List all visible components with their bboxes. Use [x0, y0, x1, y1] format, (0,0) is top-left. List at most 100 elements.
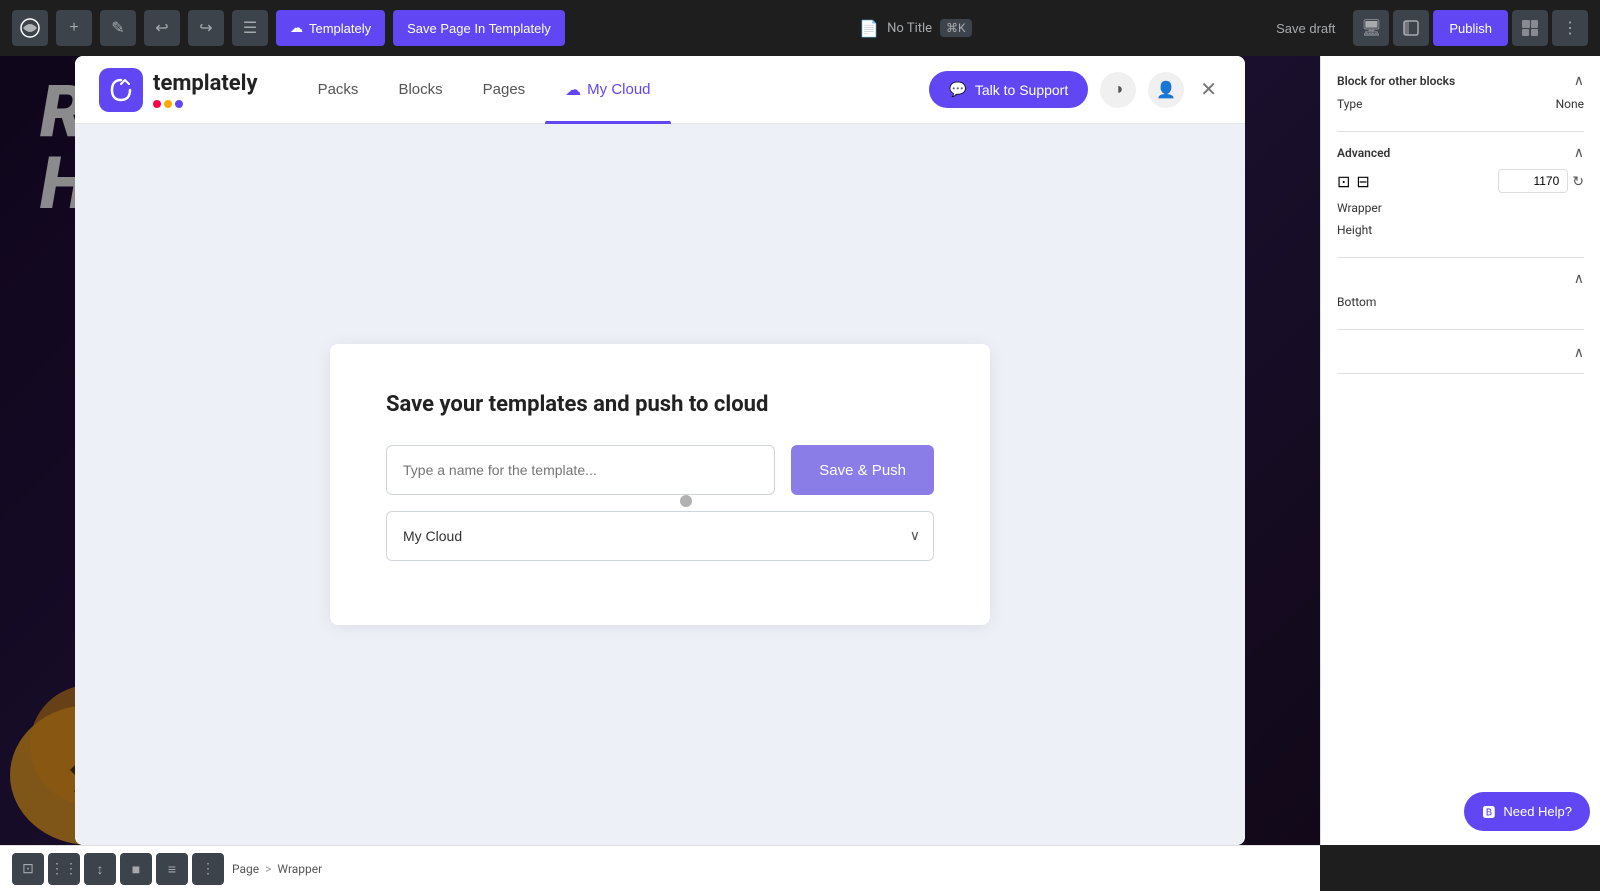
sidebar-bottom-section: ∧ Bottom — [1337, 270, 1584, 330]
brand-logo: templately — [99, 68, 258, 112]
breadcrumb: Page > Wrapper — [232, 862, 322, 876]
talk-to-support-button[interactable]: 💬 Talk to Support — [929, 71, 1088, 108]
save-page-button[interactable]: Save Page In Templately — [393, 10, 565, 46]
my-cloud-label: My Cloud — [587, 81, 650, 98]
cloud-select[interactable]: My Cloud Shared Cloud — [386, 511, 934, 561]
sidebar-last-section: ∧ — [1337, 342, 1584, 374]
bottom-tool-5[interactable]: ≡ — [156, 853, 188, 885]
sidebar-advanced-section: Advanced ∧ ⊡ ⊟ ↻ Wrapper Height — [1337, 144, 1584, 258]
bottom-tool-1[interactable]: ⊡ — [12, 853, 44, 885]
templately-cloud-icon: ☁ — [290, 20, 303, 36]
bottom-collapse-button[interactable]: ∧ — [1574, 270, 1584, 287]
last-collapse-button[interactable]: ∧ — [1337, 344, 1584, 361]
support-chat-icon: 💬 — [949, 81, 966, 98]
width-inputs: ⊡ ⊟ — [1337, 172, 1370, 191]
page-title-area: 📄 No Title ⌘K — [859, 19, 971, 38]
bottom-left-tools: ⊡ ⋮⋮ ↕ ■ ≡ ⋮ — [12, 853, 224, 885]
modal-header-right: 💬 Talk to Support ◑ 👤 ✕ — [929, 71, 1221, 108]
sidebar-section-header: Block for other blocks ∧ — [1337, 72, 1584, 89]
template-icon-button[interactable] — [1393, 10, 1429, 46]
modal-header: templately Packs Blocks Pages ☁ My Cloud — [75, 56, 1245, 124]
brand-name-area: templately — [153, 71, 258, 108]
theme-toggle-button[interactable]: ◑ — [1100, 72, 1136, 108]
edit-button[interactable]: ✎ — [100, 10, 136, 46]
bottom-tool-4[interactable]: ■ — [120, 853, 152, 885]
save-card: Save your templates and push to cloud Sa… — [330, 344, 990, 625]
bottom-tool-6[interactable]: ⋮ — [192, 853, 224, 885]
template-name-input[interactable] — [386, 445, 775, 495]
dot-purple — [175, 100, 183, 108]
publish-button[interactable]: Publish — [1433, 10, 1508, 46]
refresh-button[interactable]: ↻ — [1572, 173, 1584, 190]
sidebar-wrapper-row: Wrapper — [1337, 201, 1584, 215]
cloud-select-wrapper: My Cloud Shared Cloud ∨ — [386, 511, 934, 561]
redo-button[interactable]: ↪ — [188, 10, 224, 46]
templately-label: Templately — [309, 21, 371, 36]
wp-logo-icon — [12, 10, 48, 46]
save-card-title: Save your templates and push to cloud — [386, 392, 934, 417]
right-sidebar: Block for other blocks ∧ Type None Advan… — [1320, 56, 1600, 845]
height-label: Height — [1337, 223, 1372, 237]
tab-blocks[interactable]: Blocks — [378, 56, 462, 124]
need-help-icon: 🅱 — [1482, 802, 1495, 821]
user-profile-button[interactable]: 👤 — [1148, 72, 1184, 108]
sidebar-advanced-header: Advanced ∧ — [1337, 144, 1584, 161]
undo-button[interactable]: ↩ — [144, 10, 180, 46]
user-icon: 👤 — [1156, 80, 1176, 100]
tab-packs[interactable]: Packs — [298, 56, 379, 124]
tab-my-cloud[interactable]: ☁ My Cloud — [545, 56, 670, 124]
save-draft-button[interactable]: Save draft — [1266, 15, 1345, 42]
save-card-input-row: Save & Push — [386, 445, 934, 495]
type-value: None — [1556, 97, 1584, 111]
page-title: No Title — [887, 21, 932, 36]
breadcrumb-bar: ⊡ ⋮⋮ ↕ ■ ≡ ⋮ Page > Wrapper — [0, 845, 1320, 891]
theme-icon: ◑ — [1113, 81, 1123, 99]
brand-name-text: templately — [153, 71, 258, 96]
breadcrumb-page: Page — [232, 862, 259, 876]
sidebar-height-row: Height — [1337, 223, 1584, 237]
dot-red — [153, 100, 161, 108]
view-button[interactable]: 🖥 — [1353, 10, 1389, 46]
tab-pages[interactable]: Pages — [463, 56, 546, 124]
modal-close-button[interactable]: ✕ — [1196, 76, 1221, 104]
page-icon: 📄 — [859, 19, 879, 38]
bottom-tool-3[interactable]: ↕ — [84, 853, 116, 885]
add-block-button[interactable]: + — [56, 10, 92, 46]
templately-modal: templately Packs Blocks Pages ☁ My Cloud — [75, 56, 1245, 845]
brand-dots — [153, 100, 258, 108]
dot-orange — [164, 100, 172, 108]
settings-button[interactable] — [1512, 10, 1548, 46]
wp-toolbar: + ✎ ↩ ↪ ☰ ☁ Templately Save Page In Temp… — [0, 0, 1600, 56]
brand-logo-icon — [99, 68, 143, 112]
width-input[interactable] — [1498, 169, 1568, 193]
wrapper-label: Wrapper — [1337, 201, 1382, 215]
advanced-collapse-button[interactable]: ∧ — [1574, 144, 1584, 161]
sidebar-bottom-header: ∧ — [1337, 270, 1584, 287]
list-view-button[interactable]: ☰ — [232, 10, 268, 46]
modal-overlay: templately Packs Blocks Pages ☁ My Cloud — [0, 56, 1320, 845]
sidebar-section-title: Block for other blocks — [1337, 74, 1455, 88]
more-options-button[interactable]: ⋮ — [1552, 10, 1588, 46]
save-push-button[interactable]: Save & Push — [791, 445, 934, 495]
modal-body: Save your templates and push to cloud Sa… — [75, 124, 1245, 845]
cmd-k-shortcut: ⌘K — [940, 19, 972, 37]
templately-button[interactable]: ☁ Templately — [276, 10, 385, 46]
breadcrumb-wrapper: Wrapper — [277, 862, 322, 876]
advanced-label: Advanced — [1337, 146, 1390, 160]
breadcrumb-separator: > — [265, 862, 271, 876]
sidebar-type-row: Type None — [1337, 97, 1584, 111]
my-cloud-icon: ☁ — [565, 80, 581, 100]
need-help-button[interactable]: 🅱 Need Help? — [1464, 792, 1590, 831]
bottom-tool-2[interactable]: ⋮⋮ — [48, 853, 80, 885]
type-label: Type — [1337, 97, 1363, 111]
sidebar-collapse-button[interactable]: ∧ — [1574, 72, 1584, 89]
save-card-select-row: My Cloud Shared Cloud ∨ — [386, 511, 934, 561]
sidebar-width-row: ⊡ ⊟ ↻ — [1337, 169, 1584, 193]
toolbar-right-icons: 🖥 Publish ⋮ — [1353, 10, 1588, 46]
sidebar-type-section: Block for other blocks ∧ Type None — [1337, 72, 1584, 132]
talk-to-support-label: Talk to Support — [975, 82, 1068, 98]
need-help-label: Need Help? — [1503, 804, 1572, 819]
modal-nav: Packs Blocks Pages ☁ My Cloud — [298, 56, 930, 124]
bottom-label: Bottom — [1337, 295, 1376, 309]
width-value-area: ↻ — [1498, 169, 1584, 193]
